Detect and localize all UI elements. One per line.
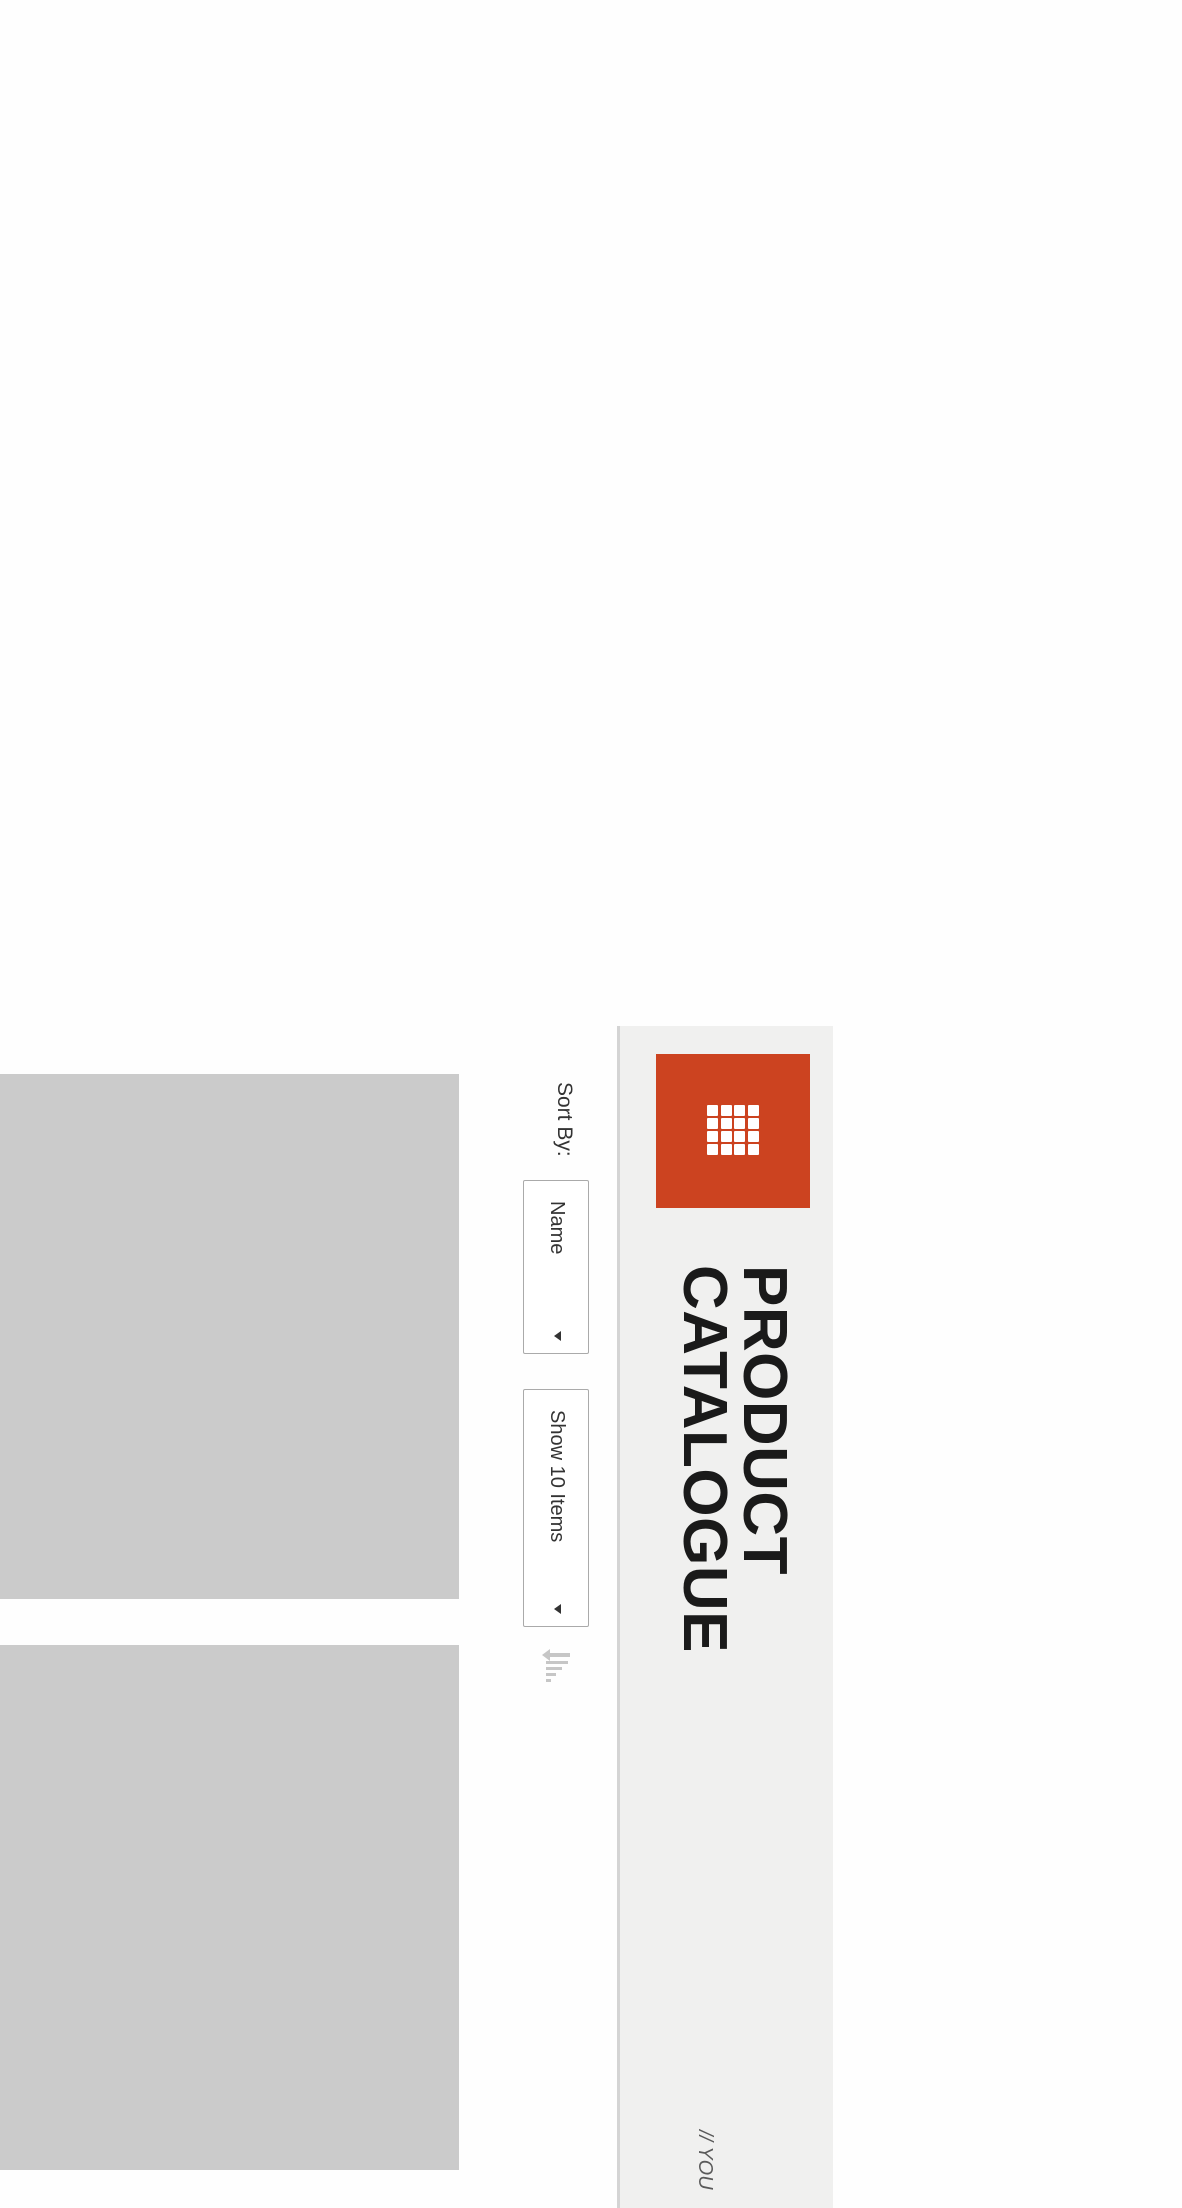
sort-label: Sort By:	[553, 1082, 576, 1157]
sort-direction-icon	[542, 1649, 570, 1682]
sort-by-select[interactable]: Name	[523, 1180, 589, 1354]
items-per-page-value: Show 10 Items	[546, 1410, 568, 1543]
brand-logo[interactable]	[656, 1054, 810, 1208]
page-title-line-2: CATALOGUE	[670, 1265, 739, 1653]
items-per-page-select[interactable]: Show 10 Items	[523, 1389, 589, 1627]
sort-by-value: Name	[546, 1201, 568, 1255]
page-title: PRODUCT CATALOGUE	[670, 1265, 799, 1653]
product-card[interactable]	[0, 1645, 459, 2170]
page-title-line-1: PRODUCT	[730, 1265, 799, 1576]
product-card[interactable]	[0, 1074, 459, 1599]
caret-down-icon	[554, 1331, 561, 1341]
sort-direction-button[interactable]	[536, 1647, 576, 1687]
app-stage: PRODUCT CATALOGUE // YOU Sort By: Name S…	[0, 0, 1182, 2208]
grid-icon	[707, 1105, 759, 1157]
caret-down-icon	[554, 1604, 561, 1614]
header-tagline: // YOU	[694, 2130, 716, 2190]
